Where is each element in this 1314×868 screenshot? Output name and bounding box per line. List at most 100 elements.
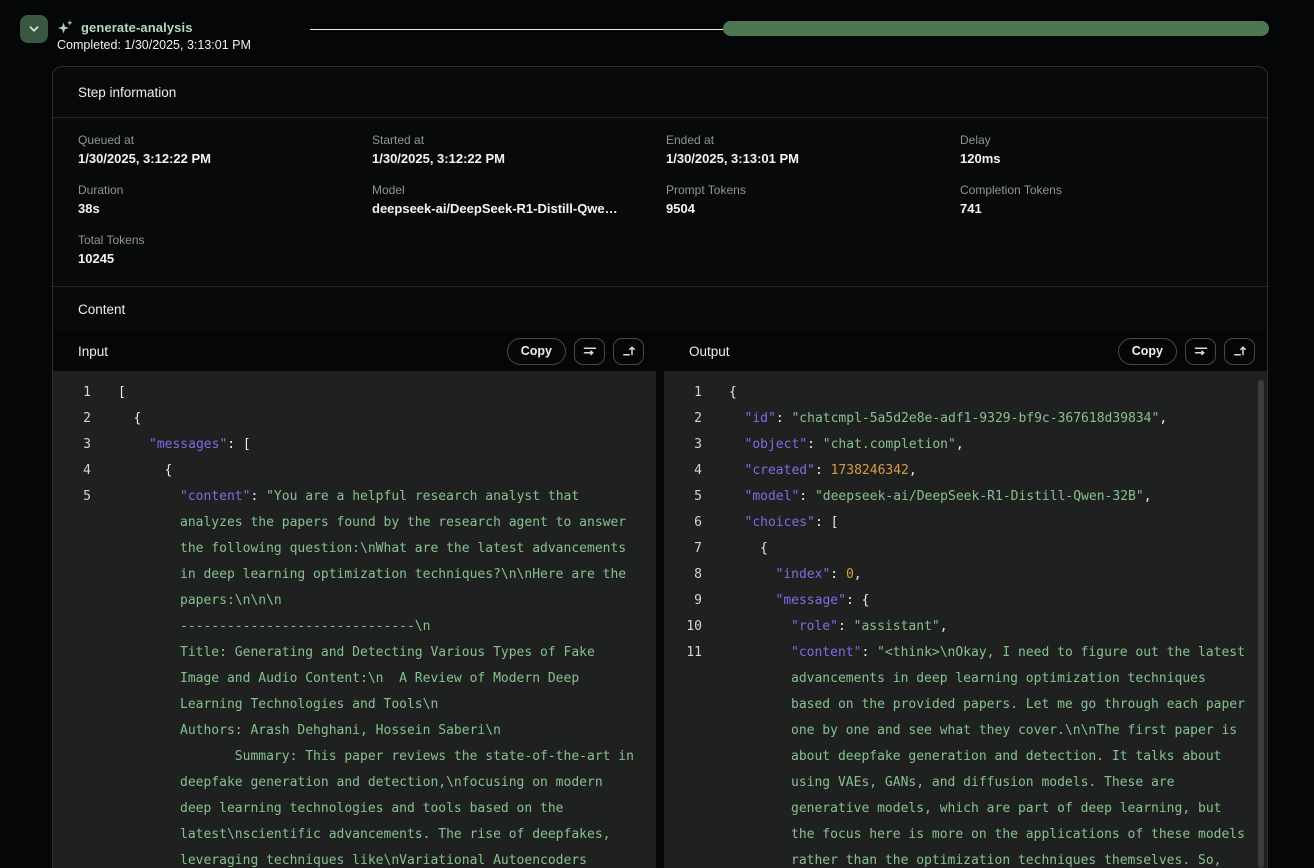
line-number: 6 bbox=[680, 510, 702, 536]
wrap-text-icon bbox=[582, 343, 598, 359]
line-number: 2 bbox=[680, 406, 702, 432]
field-label: Queued at bbox=[78, 133, 360, 147]
collapse-step-button[interactable] bbox=[20, 15, 48, 43]
field-label: Prompt Tokens bbox=[666, 183, 948, 197]
field-prompt-tokens: Prompt Tokens9504 bbox=[666, 183, 948, 216]
code-content: "role": "assistant", bbox=[729, 614, 1267, 640]
code-content: { bbox=[118, 406, 656, 432]
input-code-viewer[interactable]: 1[2{3"messages": [4{5"content": "You are… bbox=[53, 371, 656, 868]
step-information-fields: Queued at1/30/2025, 3:12:22 PMStarted at… bbox=[53, 118, 1267, 286]
line-number: 1 bbox=[69, 380, 91, 406]
code-line: 7{ bbox=[664, 536, 1267, 562]
output-copy-button[interactable]: Copy bbox=[1118, 338, 1177, 365]
field-value: 741 bbox=[960, 201, 1242, 216]
code-line: 3 "messages": [ bbox=[53, 432, 656, 458]
line-number: 5 bbox=[69, 484, 91, 868]
line-number: 4 bbox=[680, 458, 702, 484]
field-value: 10245 bbox=[78, 251, 360, 266]
field-ended-at: Ended at 1/30/2025, 3:13:01 PM bbox=[666, 133, 948, 166]
input-output-split: Input Copy bbox=[53, 331, 1267, 868]
input-title: Input bbox=[78, 344, 108, 359]
line-number: 9 bbox=[680, 588, 702, 614]
line-number: 3 bbox=[680, 432, 702, 458]
input-panel-header: Input Copy bbox=[53, 331, 656, 371]
output-scrollbar-thumb[interactable] bbox=[1258, 380, 1264, 868]
arrow-up-to-line-icon bbox=[621, 343, 637, 359]
field-completion-tokens: Completion Tokens 741 bbox=[960, 183, 1242, 216]
code-content: "content": "<think>\nOkay, I need to fig… bbox=[729, 640, 1267, 868]
output-panel: Output Copy bbox=[664, 331, 1267, 868]
code-content: { bbox=[118, 458, 656, 484]
code-line: 6 "choices": [ bbox=[664, 510, 1267, 536]
input-expand-button[interactable] bbox=[613, 338, 644, 365]
field-value: deepseek-ai/DeepSeek-R1-Distill-Qwe… bbox=[372, 201, 654, 216]
field-value: 1/30/2025, 3:13:01 PM bbox=[666, 151, 948, 166]
code-line: 1[ bbox=[53, 380, 656, 406]
code-line: 1{ bbox=[664, 380, 1267, 406]
code-line: 2 "id": "chatcmpl-5a5d2e8e-adf1-9329-bf9c… bbox=[664, 406, 1267, 432]
wrap-text-icon bbox=[1193, 343, 1209, 359]
code-line: 8 "index": 0, bbox=[664, 562, 1267, 588]
code-content: "message": { bbox=[729, 588, 1267, 614]
code-line: 10 "role": "assistant", bbox=[664, 614, 1267, 640]
code-content: "object": "chat.completion", bbox=[729, 432, 1267, 458]
field-delay: Delay 120ms bbox=[960, 133, 1242, 166]
field-value: 120ms bbox=[960, 151, 1242, 166]
field-label: Total Tokens bbox=[78, 233, 360, 247]
code-content: "model": "deepseek-ai/DeepSeek-R1-Distil… bbox=[729, 484, 1267, 510]
code-line: 3 "object": "chat.completion", bbox=[664, 432, 1267, 458]
line-number: 1 bbox=[680, 380, 702, 406]
field-label: Model bbox=[372, 183, 654, 197]
input-copy-button[interactable]: Copy bbox=[507, 338, 566, 365]
code-line: 5"content": "You are a helpful research … bbox=[53, 484, 656, 868]
code-content: "choices": [ bbox=[729, 510, 1267, 536]
code-line: 5"model": "deepseek-ai/DeepSeek-R1-Disti… bbox=[664, 484, 1267, 510]
field-queued-at: Queued at1/30/2025, 3:12:22 PM bbox=[78, 133, 360, 166]
step-header: generate-analysis Completed: 1/30/2025, … bbox=[0, 0, 1314, 62]
line-number: 10 bbox=[680, 614, 702, 640]
field-started-at: Started at 1/30/2025, 3:12:22 PM bbox=[372, 133, 654, 166]
field-label: Started at bbox=[372, 133, 654, 147]
field-label: Delay bbox=[960, 133, 1242, 147]
code-content: "content": "You are a helpful research a… bbox=[118, 484, 656, 868]
trace-step-page: generate-analysis Completed: 1/30/2025, … bbox=[0, 0, 1314, 868]
line-number: 8 bbox=[680, 562, 702, 588]
line-number: 3 bbox=[69, 432, 91, 458]
output-code-viewer[interactable]: 1{2"id": "chatcmpl-5a5d2e8e-adf1-9329-bf… bbox=[664, 371, 1267, 868]
field-model: Model deepseek-ai/DeepSeek-R1-Distill-Qwe… bbox=[372, 183, 654, 216]
output-wrap-text-button[interactable] bbox=[1185, 338, 1216, 365]
code-content: [ bbox=[118, 380, 656, 406]
field-value: 1/30/2025, 3:12:22 PM bbox=[372, 151, 654, 166]
step-detail-panel: Step information Queued at1/30/2025, 3:1… bbox=[52, 66, 1268, 868]
line-number: 4 bbox=[69, 458, 91, 484]
code-line: 9 "message": { bbox=[664, 588, 1267, 614]
code-content: "index": 0, bbox=[729, 562, 1267, 588]
code-content: "id": "chatcmpl-5a5d2e8e-adf1-9329-bf9c-… bbox=[729, 406, 1267, 432]
output-expand-button[interactable] bbox=[1224, 338, 1255, 365]
code-content: "created": 1738246342, bbox=[729, 458, 1267, 484]
code-line: 4{ bbox=[53, 458, 656, 484]
arrow-up-to-line-icon bbox=[1232, 343, 1248, 359]
code-content: "messages": [ bbox=[118, 432, 656, 458]
step-information-header: Step information bbox=[53, 67, 1267, 118]
code-line: 11"content": "<think>\nOkay, I need to f… bbox=[664, 640, 1267, 868]
input-wrap-text-button[interactable] bbox=[574, 338, 605, 365]
field-label: Ended at bbox=[666, 133, 948, 147]
timeline-duration-bar bbox=[723, 21, 1269, 36]
sparkles-icon bbox=[57, 19, 74, 36]
field-label: Duration bbox=[78, 183, 360, 197]
field-total-tokens: Total Tokens 10245 bbox=[78, 233, 360, 266]
code-content: { bbox=[729, 536, 1267, 562]
step-title: generate-analysis bbox=[81, 20, 193, 35]
line-number: 11 bbox=[680, 640, 702, 868]
chevron-down-icon bbox=[27, 22, 41, 36]
output-panel-header: Output Copy bbox=[664, 331, 1267, 371]
completed-timestamp: Completed: 1/30/2025, 3:13:01 PM bbox=[57, 38, 251, 52]
field-label: Completion Tokens bbox=[960, 183, 1242, 197]
line-number: 7 bbox=[680, 536, 702, 562]
code-line: 2{ bbox=[53, 406, 656, 432]
code-line: 4 "created": 1738246342, bbox=[664, 458, 1267, 484]
code-content: { bbox=[729, 380, 1267, 406]
field-duration: Duration38s bbox=[78, 183, 360, 216]
timeline-track bbox=[310, 29, 1268, 30]
